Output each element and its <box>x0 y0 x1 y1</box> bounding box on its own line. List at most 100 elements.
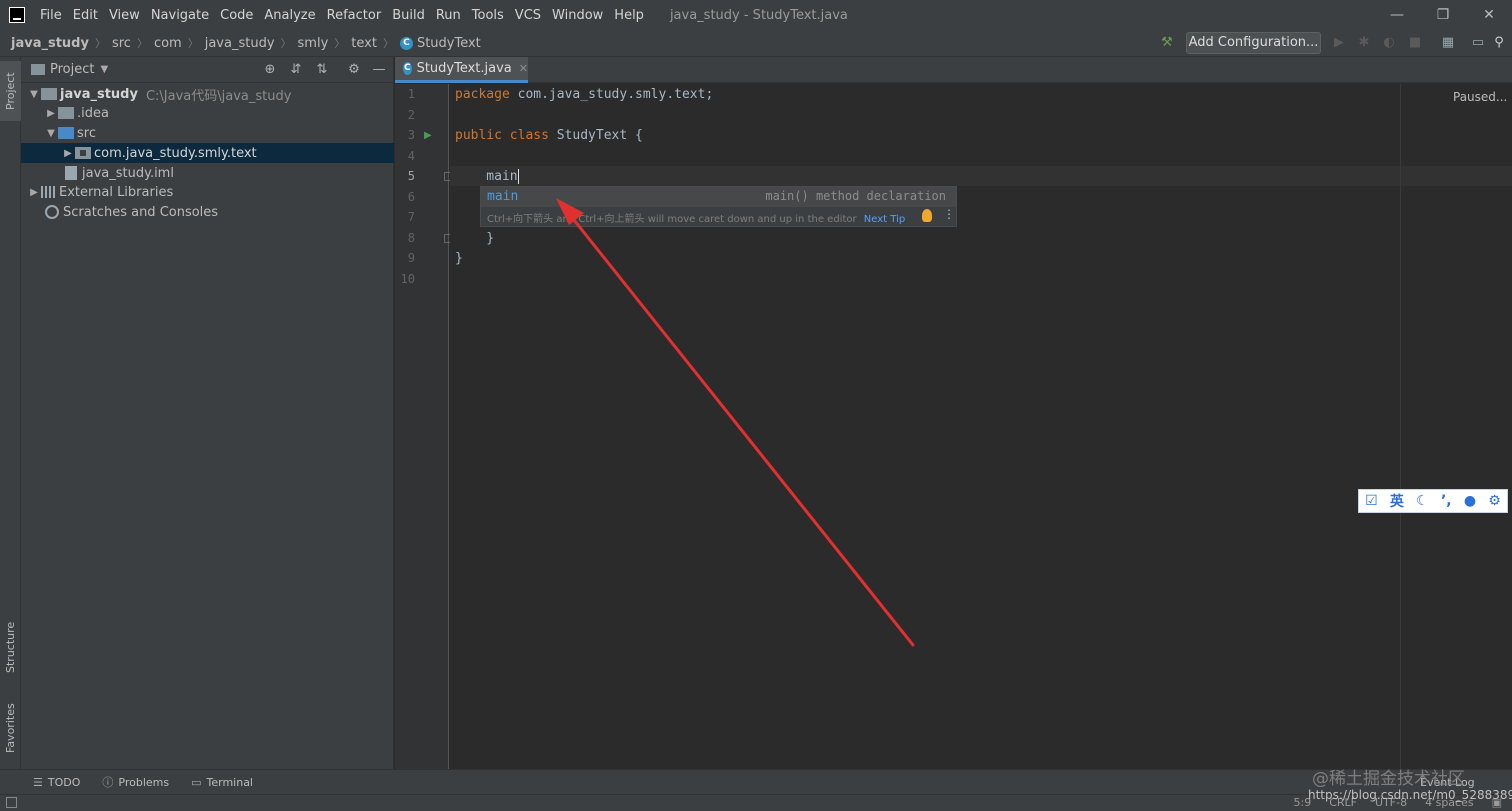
terminal-window-icon[interactable]: ▭ <box>1469 34 1487 52</box>
chevron-right-icon[interactable]: ▶ <box>61 148 75 159</box>
gear-icon[interactable]: ⚙ <box>346 62 362 78</box>
punctuation-icon[interactable]: ’, <box>1441 493 1452 509</box>
tree-item-scratches[interactable]: Scratches and Consoles <box>21 202 394 222</box>
breadcrumb-project[interactable]: java_study <box>11 36 89 51</box>
tree-item-idea[interactable]: ▶ .idea <box>21 103 394 123</box>
project-structure-icon[interactable]: ▦ <box>1439 34 1457 52</box>
ime-checkbox-icon[interactable]: ☑ <box>1365 493 1378 509</box>
problems-tab[interactable]: ⓘ Problems <box>102 774 169 790</box>
tree-item-package[interactable]: ▶ com.java_study.smly.text <box>21 143 394 163</box>
chevron-right-icon[interactable]: ▶ <box>27 187 41 198</box>
close-tab-icon[interactable]: ✕ <box>519 62 528 75</box>
breadcrumb-smly[interactable]: smly <box>298 36 329 51</box>
breadcrumb-java-study[interactable]: java_study <box>205 36 275 51</box>
line-number: 7 <box>407 210 415 224</box>
run-icon[interactable]: ▶ <box>1330 34 1348 52</box>
close-icon[interactable]: ✕ <box>1466 0 1512 30</box>
menu-file[interactable]: File <box>35 8 68 23</box>
left-tool-strip: Project Structure Favorites <box>0 57 21 769</box>
tab-structure[interactable]: Structure <box>0 612 21 682</box>
menu-run[interactable]: Run <box>431 8 467 23</box>
list-icon: ☰ <box>33 775 43 789</box>
stop-icon[interactable]: ■ <box>1406 34 1424 52</box>
breadcrumb-studytext[interactable]: StudyText <box>417 36 481 51</box>
menu-code[interactable]: Code <box>215 8 259 23</box>
line-number: 5 <box>407 169 415 183</box>
editor-gutter: 1 2 3 4 5 6 7 8 9 10 ▶ <box>395 84 453 769</box>
menu-tools[interactable]: Tools <box>467 8 510 23</box>
chevron-right-icon: 〉 <box>94 37 106 50</box>
menu-refactor[interactable]: Refactor <box>322 8 388 23</box>
library-icon <box>41 186 55 198</box>
chevron-down-icon[interactable]: ▼ <box>44 128 58 139</box>
tree-item-iml[interactable]: java_study.iml <box>21 163 394 183</box>
class-icon: C <box>399 36 413 50</box>
chevron-right-icon[interactable]: ▶ <box>44 108 58 119</box>
chevron-down-icon[interactable]: ▼ <box>27 89 41 100</box>
completion-item[interactable]: main main() method declaration <box>481 187 956 207</box>
completion-item-description: main() method declaration <box>765 189 946 203</box>
paused-indicator: Paused... <box>1453 90 1508 104</box>
tab-label: StudyText.java <box>416 61 512 76</box>
hide-panel-icon[interactable]: — <box>371 62 387 78</box>
search-icon[interactable]: ⚲ <box>1490 34 1508 52</box>
moon-icon[interactable]: ☾ <box>1416 493 1429 509</box>
chevron-right-icon: 〉 <box>382 37 394 50</box>
status-bar: 5:9 CRLF UTF-8 4 spaces ▣ <box>0 794 1512 811</box>
menu-analyze[interactable]: Analyze <box>259 8 321 23</box>
breadcrumb-src[interactable]: src <box>112 36 131 51</box>
todo-tab[interactable]: ☰ TODO <box>33 776 80 789</box>
coverage-icon[interactable]: ◐ <box>1380 34 1398 52</box>
menu-edit[interactable]: Edit <box>68 8 104 23</box>
tab-project[interactable]: Project <box>0 61 21 121</box>
project-panel-title[interactable]: Project <box>50 62 94 77</box>
folder-icon <box>41 88 57 100</box>
tab-favorites[interactable]: Favorites <box>0 692 21 764</box>
chevron-right-icon: 〉 <box>136 37 148 50</box>
tree-label: .idea <box>77 105 109 121</box>
build-hammer-icon[interactable]: ⚒ <box>1158 34 1176 52</box>
toggle-tool-windows-icon[interactable] <box>6 797 17 808</box>
terminal-tab[interactable]: ▭ Terminal <box>191 776 253 789</box>
tab-studytext-java[interactable]: C StudyText.java ✕ <box>395 57 528 83</box>
chevron-down-icon[interactable]: ▼ <box>100 64 108 75</box>
completion-hint-text: Ctrl+向下箭头 and Ctrl+向上箭头 will move caret … <box>487 214 857 225</box>
gear-icon[interactable]: ⚙ <box>1488 493 1501 509</box>
tree-label: com.java_study.smly.text <box>94 145 257 161</box>
menu-help[interactable]: Help <box>609 8 650 23</box>
menu-vcs[interactable]: VCS <box>510 8 547 23</box>
lightbulb-icon[interactable] <box>922 209 932 222</box>
ime-language[interactable]: 英 <box>1390 491 1404 511</box>
menu-navigate[interactable]: Navigate <box>146 8 215 23</box>
run-gutter-icon[interactable]: ▶ <box>424 130 432 141</box>
add-configuration-button[interactable]: Add Configuration... <box>1186 32 1321 54</box>
next-tip-link[interactable]: Next Tip <box>864 214 905 225</box>
minimize-icon[interactable]: — <box>1374 0 1420 30</box>
menu-bar: File Edit View Navigate Code Analyze Ref… <box>0 0 1512 30</box>
debug-icon[interactable]: ✱ <box>1355 34 1373 52</box>
code-line-1: package com.java_study.smly.text; <box>455 87 714 102</box>
menu-build[interactable]: Build <box>387 8 431 23</box>
tree-label: src <box>77 125 96 141</box>
expand-all-icon[interactable]: ⇵ <box>288 62 304 78</box>
more-options-icon[interactable]: ⋮ <box>943 207 955 221</box>
breadcrumb-com[interactable]: com <box>154 36 182 51</box>
tree-item-java-study[interactable]: ▼ java_study C:\Java代码\java_study <box>21 84 394 104</box>
tree-item-src[interactable]: ▼ src <box>21 123 394 143</box>
user-icon[interactable]: ● <box>1464 493 1476 509</box>
locate-target-icon[interactable]: ⊕ <box>262 62 278 78</box>
restore-icon[interactable]: ❐ <box>1420 0 1466 30</box>
editor-tab-bar: C StudyText.java ✕ <box>395 57 1512 83</box>
menu-window[interactable]: Window <box>547 8 609 23</box>
intellij-logo-icon <box>9 7 25 23</box>
tree-item-external-libraries[interactable]: ▶ External Libraries <box>21 182 394 202</box>
line-number: 9 <box>407 251 415 265</box>
code-line-3: public class StudyText { <box>455 128 643 143</box>
completion-item-name: main <box>487 189 519 204</box>
terminal-icon: ▭ <box>191 775 202 789</box>
chevron-right-icon: 〉 <box>187 37 199 50</box>
collapse-all-icon[interactable]: ⇅ <box>314 62 330 78</box>
breadcrumb-text[interactable]: text <box>351 36 377 51</box>
project-panel: Project ▼ ⊕ ⇵ ⇅ ⚙ — ▼ java_study C:\Java… <box>21 57 394 769</box>
menu-view[interactable]: View <box>104 8 146 23</box>
